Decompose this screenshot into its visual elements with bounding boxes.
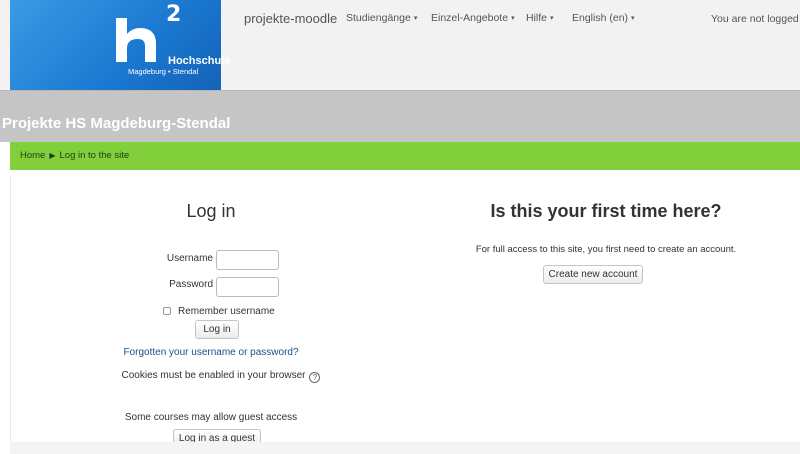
menu-hilfe[interactable]: Hilfe ▾: [526, 12, 554, 24]
footer-band: [10, 442, 800, 454]
forgot-password-link[interactable]: Forgotten your username or password?: [11, 347, 411, 358]
password-input[interactable]: [216, 277, 279, 297]
breadcrumb-separator-icon: ▶: [49, 151, 56, 160]
caret-down-icon: ▾: [511, 15, 515, 22]
remember-checkbox[interactable]: [163, 307, 171, 315]
menu-label: Hilfe: [526, 12, 548, 24]
menu-studiengaenge[interactable]: Studiengänge ▾: [346, 12, 417, 24]
caret-down-icon: ▾: [550, 15, 554, 22]
logo-superscript: 2: [166, 2, 182, 27]
caret-down-icon: ▾: [631, 15, 635, 22]
login-button[interactable]: Log in: [195, 320, 239, 339]
breadcrumb: Home ▶ Log in to the site: [10, 142, 800, 170]
guest-access-text: Some courses may allow guest access: [124, 412, 298, 423]
caret-down-icon: ▾: [413, 15, 418, 22]
signup-text: For full access to this site, you first …: [475, 244, 737, 255]
menu-einzel-angebote[interactable]: Einzel-Angebote ▾: [431, 12, 515, 24]
logo-subtitle: Magdeburg • Stendal: [128, 67, 199, 76]
menu-label: Einzel-Angebote: [431, 12, 509, 24]
password-label: Password: [169, 279, 213, 290]
h-letter-icon: [116, 18, 156, 62]
breadcrumb-current: Log in to the site: [59, 150, 130, 161]
menu-label: English (en): [572, 12, 629, 24]
login-title: Log in: [186, 201, 236, 221]
help-icon[interactable]: ?: [309, 372, 321, 383]
login-status: You are not logged in.: [711, 13, 800, 25]
signup-title: Is this your first time here?: [490, 201, 722, 221]
username-input[interactable]: [216, 250, 279, 270]
site-title: Projekte HS Magdeburg-Stendal: [2, 115, 231, 132]
page-header: Projekte HS Magdeburg-Stendal: [0, 90, 800, 142]
main-content: Log in Username Password Remember userna…: [10, 176, 800, 454]
create-account-button[interactable]: Create new account: [543, 265, 643, 284]
menu-label: Studiengänge: [346, 12, 411, 24]
site-logo[interactable]: 2 Hochschule Magdeburg • Stendal: [10, 0, 230, 90]
cookies-text: Cookies must be enabled in your browser: [121, 370, 306, 381]
username-label: Username: [166, 253, 213, 264]
brand-link[interactable]: projekte-moodle: [244, 11, 337, 26]
cookies-notice: Cookies must be enabled in your browser?: [11, 370, 431, 383]
remember-label: Remember username: [178, 306, 275, 317]
top-navbar: 2 Hochschule Magdeburg • Stendal projekt…: [0, 0, 800, 90]
breadcrumb-home[interactable]: Home: [20, 150, 45, 161]
menu-language[interactable]: English (en) ▾: [572, 12, 635, 24]
logo-name: Hochschule: [168, 55, 231, 67]
